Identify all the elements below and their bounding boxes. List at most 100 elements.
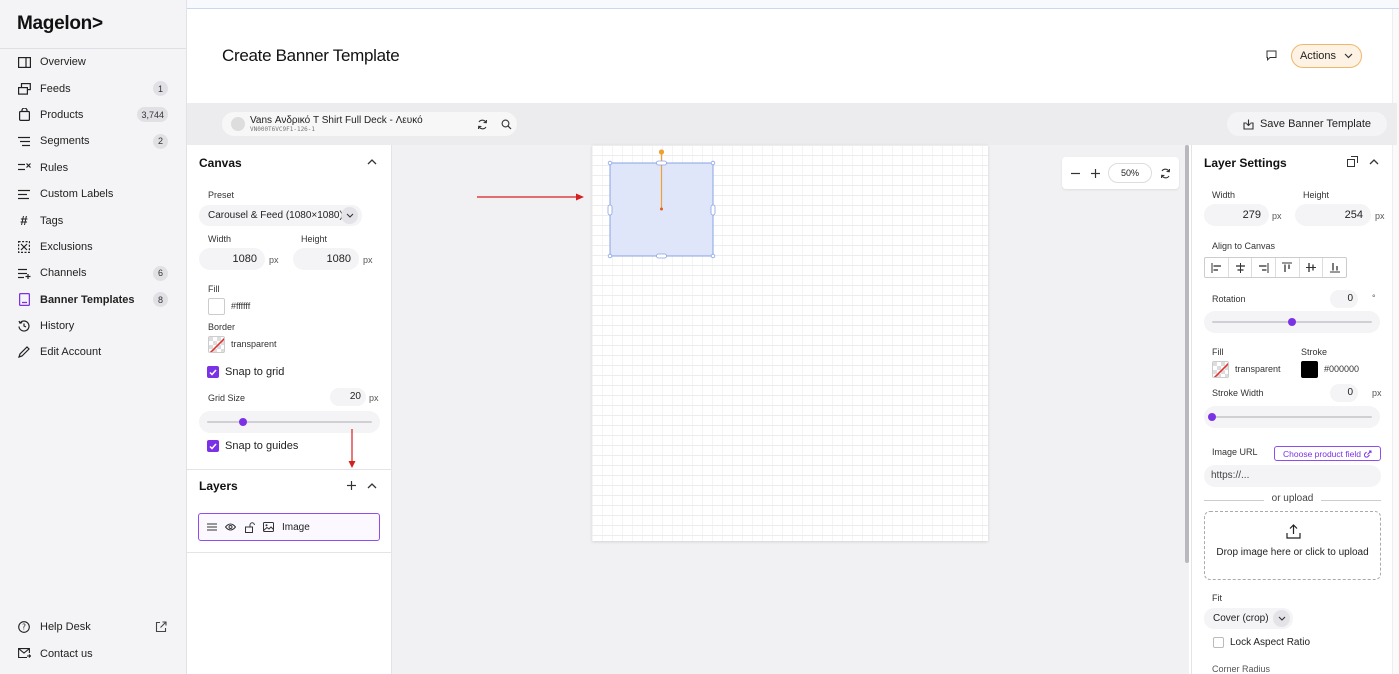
- refresh-product-button[interactable]: [476, 118, 488, 130]
- reset-zoom-icon[interactable]: [1160, 168, 1171, 179]
- rotation-slider[interactable]: [1204, 311, 1380, 333]
- pencil-icon: [17, 345, 31, 359]
- external-link-icon: [154, 620, 168, 634]
- add-layer-icon[interactable]: [347, 481, 356, 490]
- stroke-width-unit: px: [1372, 388, 1382, 398]
- layer-stroke-swatch[interactable]: [1301, 361, 1318, 378]
- preset-select[interactable]: Carousel & Feed (1080×1080): [199, 205, 362, 226]
- grid-size-slider-thumb[interactable]: [239, 418, 248, 426]
- sidebar-item-segments[interactable]: Segments 2: [0, 128, 186, 154]
- canvas-height-input[interactable]: 1080: [293, 248, 359, 270]
- product-bar: Vans Ανδρικό T Shirt Full Deck - Λευκό V…: [187, 103, 1397, 145]
- feeds-count-badge: 1: [153, 81, 168, 97]
- sidebar-item-tags[interactable]: # Tags: [0, 207, 186, 233]
- align-middle-v-button[interactable]: [1300, 258, 1324, 277]
- layer-width-input[interactable]: 279: [1204, 204, 1269, 226]
- products-icon: [17, 108, 31, 122]
- rotation-slider-thumb[interactable]: [1288, 318, 1296, 326]
- sidebar-item-contact-us[interactable]: Contact us: [0, 640, 186, 666]
- chevron-down-icon: [1273, 610, 1290, 627]
- sidebar-item-history[interactable]: History: [0, 313, 186, 339]
- chevron-down-icon: [341, 207, 358, 224]
- align-button-group: [1204, 257, 1347, 278]
- sidebar-item-exclusions[interactable]: Exclusions: [0, 234, 186, 260]
- zoom-out-icon[interactable]: [1071, 169, 1080, 178]
- banner-artboard[interactable]: [592, 145, 988, 541]
- layer-height-input[interactable]: 254: [1295, 204, 1371, 226]
- sidebar-item-banner-templates[interactable]: Banner Templates 8: [0, 287, 186, 313]
- search-product-button[interactable]: [500, 118, 512, 130]
- snap-to-guides-label: Snap to guides: [225, 440, 299, 452]
- align-right-button[interactable]: [1252, 258, 1277, 277]
- chevron-up-icon[interactable]: [1369, 157, 1379, 167]
- canvas-width-label: Width: [208, 234, 232, 244]
- layers-panel-title: Layers: [199, 479, 238, 493]
- canvas-width-unit: px: [269, 255, 279, 265]
- canvas-panel-title: Canvas: [199, 156, 242, 170]
- fill-color-swatch[interactable]: [208, 298, 225, 315]
- eye-icon[interactable]: [225, 522, 236, 533]
- grid-size-input[interactable]: 20: [330, 388, 366, 406]
- sidebar-item-rules[interactable]: Rules: [0, 155, 186, 181]
- layer-item-image[interactable]: Image: [198, 513, 380, 541]
- overview-icon: [17, 55, 31, 69]
- sidebar-bottom-nav: ? Help Desk Contact us: [0, 614, 186, 667]
- drag-handle-icon[interactable]: [206, 522, 217, 533]
- actions-button[interactable]: Actions: [1291, 44, 1362, 68]
- canvas-scrollbar[interactable]: [1185, 145, 1189, 563]
- snap-to-grid-checkbox[interactable]: [207, 366, 219, 378]
- sidebar-item-products[interactable]: Products 3,744: [0, 102, 186, 128]
- sidebar-item-edit-account[interactable]: Edit Account: [0, 339, 186, 365]
- search-icon: [501, 119, 511, 129]
- rotation-input[interactable]: 0: [1330, 290, 1358, 308]
- unlock-icon[interactable]: [244, 521, 255, 533]
- app-logo[interactable]: Magelon>: [17, 13, 103, 35]
- stroke-width-input[interactable]: 0: [1330, 384, 1358, 402]
- image-drop-zone[interactable]: Drop image here or click to upload: [1204, 511, 1381, 580]
- rotation-unit: °: [1372, 293, 1376, 303]
- canvas-width-input[interactable]: 1080: [199, 248, 265, 270]
- stroke-width-slider-track: [1212, 416, 1372, 418]
- sidebar-item-help-desk[interactable]: ? Help Desk: [0, 614, 186, 640]
- layer-fill-swatch[interactable]: [1212, 361, 1229, 378]
- sidebar-item-feeds[interactable]: Feeds 1: [0, 75, 186, 101]
- sidebar-item-label: Rules: [40, 161, 69, 174]
- stroke-width-slider[interactable]: [1204, 406, 1380, 428]
- chevron-up-icon[interactable]: [367, 157, 377, 167]
- lock-aspect-ratio-checkbox[interactable]: [1213, 637, 1224, 648]
- channels-icon: [17, 266, 31, 280]
- chevron-up-icon[interactable]: [367, 481, 377, 491]
- align-left-button[interactable]: [1205, 258, 1229, 277]
- panel-divider: [187, 469, 392, 470]
- comment-button[interactable]: [1262, 46, 1280, 64]
- or-upload-text: or upload: [1271, 493, 1314, 504]
- product-selector[interactable]: Vans Ανδρικό T Shirt Full Deck - Λευκό V…: [222, 112, 517, 136]
- product-name: Vans Ανδρικό T Shirt Full Deck - Λευκό: [250, 115, 423, 126]
- sidebar-item-label: Custom Labels: [40, 188, 114, 201]
- zoom-level[interactable]: 50%: [1108, 163, 1152, 183]
- align-center-h-button[interactable]: [1229, 258, 1253, 277]
- actions-label: Actions: [1299, 50, 1337, 62]
- border-color-swatch[interactable]: [208, 336, 225, 353]
- image-url-input[interactable]: https://...: [1204, 465, 1381, 487]
- help-icon: ?: [17, 620, 31, 634]
- snap-to-guides-checkbox[interactable]: [207, 440, 219, 452]
- detach-panel-icon[interactable]: [1347, 156, 1358, 167]
- rules-icon: [17, 161, 31, 175]
- save-banner-template-button[interactable]: Save Banner Template: [1227, 112, 1387, 136]
- stroke-width-slider-thumb[interactable]: [1208, 413, 1216, 421]
- feeds-icon: [17, 82, 31, 96]
- sidebar-item-channels[interactable]: Channels 6: [0, 260, 186, 286]
- sidebar-item-overview[interactable]: Overview: [0, 49, 186, 75]
- selected-image-layer[interactable]: [606, 147, 716, 261]
- choose-product-field-label: Choose product field: [1283, 448, 1361, 459]
- choose-product-field-button[interactable]: Choose product field: [1274, 446, 1381, 461]
- product-sku: VN000T6VC9F1-126-1: [250, 126, 316, 133]
- align-bottom-button[interactable]: [1323, 258, 1346, 277]
- sidebar-item-custom-labels[interactable]: Custom Labels: [0, 181, 186, 207]
- fit-select[interactable]: Cover (crop): [1204, 608, 1293, 629]
- canvas-workspace[interactable]: 50%: [392, 145, 1189, 674]
- zoom-in-icon[interactable]: [1091, 169, 1100, 178]
- transparent-swatch-icon: [209, 337, 224, 352]
- align-top-button[interactable]: [1276, 258, 1300, 277]
